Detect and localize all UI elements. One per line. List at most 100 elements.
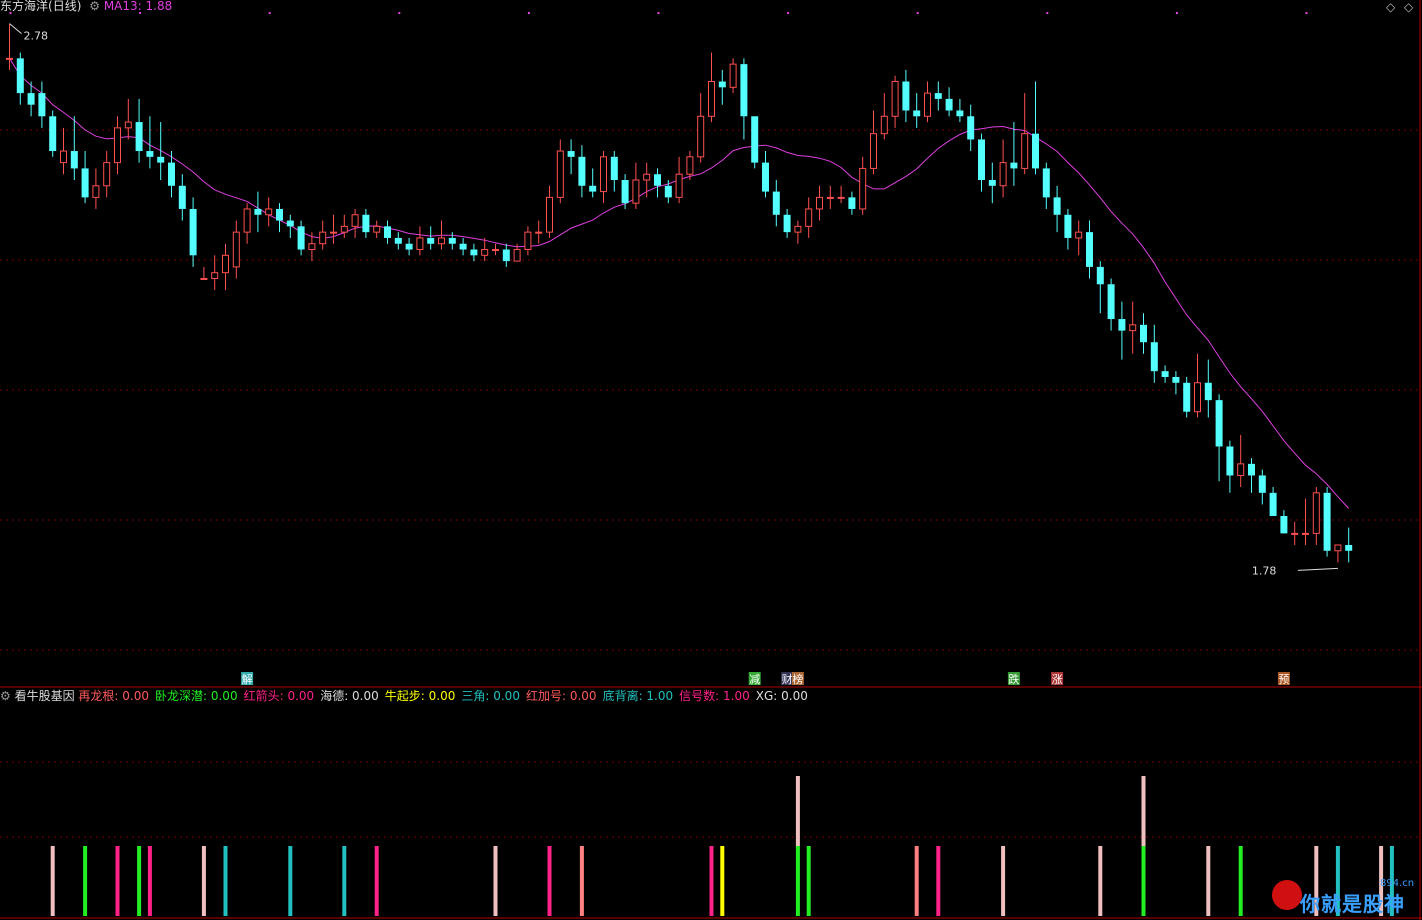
candle[interactable] — [492, 243, 499, 256]
candle[interactable] — [1215, 394, 1223, 482]
candle[interactable] — [1269, 487, 1277, 516]
candlestick-series[interactable] — [6, 23, 1353, 563]
signal-bar[interactable] — [147, 846, 152, 916]
candle[interactable] — [394, 232, 402, 250]
candle[interactable] — [38, 81, 46, 128]
candle[interactable] — [999, 139, 1007, 198]
candle[interactable] — [1302, 498, 1309, 545]
candle[interactable] — [772, 180, 780, 227]
signal-bar[interactable] — [1098, 846, 1103, 916]
candle[interactable] — [708, 52, 715, 123]
candle[interactable] — [567, 139, 575, 175]
signal-bar[interactable] — [1206, 846, 1211, 916]
candle[interactable] — [297, 220, 305, 256]
candle[interactable] — [794, 220, 802, 244]
event-tag[interactable]: 跌 — [1007, 672, 1020, 686]
candle[interactable] — [1334, 544, 1342, 563]
candle[interactable] — [189, 197, 197, 267]
candle[interactable] — [848, 191, 856, 215]
diamond-icon-2[interactable]: ◇ — [1404, 0, 1413, 14]
candle[interactable] — [826, 185, 834, 209]
signal-bar[interactable] — [914, 846, 919, 916]
candle[interactable] — [1129, 301, 1137, 354]
candle[interactable] — [934, 81, 942, 111]
signal-bar[interactable] — [201, 846, 206, 916]
candle[interactable] — [1291, 521, 1299, 545]
candle[interactable] — [880, 93, 888, 140]
settings-gear-icon[interactable]: ⚙ — [89, 0, 100, 13]
candle[interactable] — [1107, 278, 1115, 331]
candle[interactable] — [751, 116, 759, 169]
indicator-gear-icon[interactable]: ⚙ — [0, 689, 15, 703]
candle[interactable] — [114, 116, 121, 175]
candle[interactable] — [60, 127, 67, 175]
candle[interactable] — [124, 98, 132, 140]
event-tags[interactable]: 解 减 财榜 跌 涨 预 — [241, 672, 1290, 686]
candle[interactable] — [1096, 261, 1104, 314]
candle[interactable] — [988, 162, 996, 204]
candle[interactable] — [1323, 487, 1331, 557]
candle[interactable] — [546, 185, 553, 238]
candle[interactable] — [1075, 220, 1083, 256]
candle[interactable] — [135, 98, 143, 163]
candle[interactable] — [1194, 353, 1201, 418]
candle[interactable] — [729, 58, 737, 94]
candle[interactable] — [816, 185, 823, 221]
candle[interactable] — [232, 220, 240, 279]
signal-bar[interactable] — [1001, 846, 1006, 916]
candle[interactable] — [1086, 220, 1093, 279]
candle[interactable] — [632, 162, 640, 209]
candle[interactable] — [556, 139, 564, 204]
candle[interactable] — [1204, 359, 1212, 418]
diamond-icon[interactable]: ◇ — [1386, 0, 1395, 14]
candle[interactable] — [211, 255, 219, 291]
candle[interactable] — [16, 52, 24, 105]
event-tag[interactable]: 财 — [781, 672, 794, 686]
candle[interactable] — [1150, 324, 1158, 383]
event-tag[interactable]: 预 — [1277, 672, 1290, 686]
candle[interactable] — [783, 208, 791, 238]
event-tag[interactable]: 榜 — [791, 672, 804, 686]
candle[interactable] — [373, 220, 381, 238]
candle[interactable] — [654, 168, 661, 198]
candle[interactable] — [405, 237, 413, 256]
candle[interactable] — [481, 237, 489, 262]
candle[interactable] — [1312, 487, 1320, 545]
candle[interactable] — [600, 151, 607, 204]
candle[interactable] — [70, 116, 78, 180]
candle[interactable] — [1021, 93, 1029, 175]
candle[interactable] — [1032, 81, 1039, 175]
candle[interactable] — [6, 23, 13, 70]
candle[interactable] — [924, 81, 931, 123]
candle[interactable] — [891, 75, 899, 128]
candle[interactable] — [1064, 208, 1072, 250]
candle[interactable] — [384, 220, 391, 244]
candle[interactable] — [1280, 510, 1288, 534]
candle[interactable] — [362, 208, 370, 238]
candle[interactable] — [319, 220, 327, 250]
event-tag[interactable]: 解 — [241, 672, 254, 686]
candle[interactable] — [276, 203, 283, 233]
candle[interactable] — [524, 226, 532, 256]
signal-bar[interactable] — [288, 846, 293, 916]
candle[interactable] — [200, 266, 208, 280]
candle[interactable] — [1140, 313, 1147, 354]
candle[interactable] — [967, 104, 975, 152]
signal-bar[interactable] — [709, 846, 714, 916]
candle[interactable] — [416, 226, 424, 256]
candle[interactable] — [913, 93, 921, 128]
signal-bar[interactable] — [579, 846, 584, 916]
signal-bar[interactable] — [806, 846, 811, 916]
signal-bar[interactable] — [50, 846, 55, 916]
candle[interactable] — [902, 69, 910, 123]
candle[interactable] — [697, 93, 705, 163]
candle[interactable] — [762, 151, 769, 198]
candle[interactable] — [1118, 301, 1126, 360]
candle[interactable] — [740, 58, 748, 140]
candle[interactable] — [1237, 434, 1245, 488]
candle[interactable] — [243, 203, 251, 244]
candle[interactable] — [1258, 469, 1266, 505]
candle[interactable] — [621, 174, 629, 209]
candle[interactable] — [1172, 371, 1180, 395]
candle[interactable] — [1053, 185, 1061, 233]
